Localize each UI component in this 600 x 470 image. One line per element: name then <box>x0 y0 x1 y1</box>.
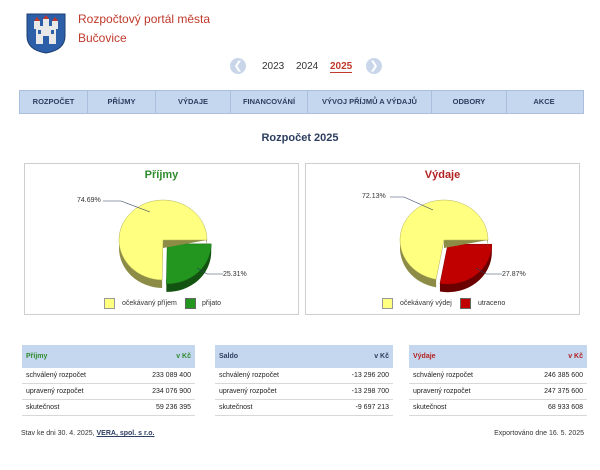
nav-financovani[interactable]: FINANCOVÁNÍ <box>231 91 308 113</box>
nav-vyvoj[interactable]: VÝVOJ PŘÍJMŮ A VÝDAJŮ <box>308 91 432 113</box>
chevron-right-icon[interactable]: ❯ <box>366 58 382 74</box>
row-value: -9 697 213 <box>355 404 389 411</box>
nav-odbory[interactable]: ODBORY <box>432 91 507 113</box>
row-label: upravený rozpočet <box>413 388 471 395</box>
row-label: schválený rozpočet <box>413 372 473 379</box>
row-value: 247 375 600 <box>544 388 583 395</box>
expense-table-unit: v Kč <box>568 353 583 360</box>
table-row: schválený rozpočet 246 385 600 <box>409 368 587 384</box>
balance-summary-table: Saldo v Kč schválený rozpočet -13 296 200… <box>215 345 393 416</box>
status-date: Stav ke dni 30. 4. 2025, <box>21 430 95 437</box>
row-label: schválený rozpočet <box>26 372 86 379</box>
nav-rozpocet[interactable]: ROZPOČET <box>20 91 88 113</box>
row-label: upravený rozpočet <box>219 388 277 395</box>
row-label: skutečnost <box>413 404 447 411</box>
row-value: -13 296 200 <box>351 372 389 379</box>
company-link[interactable]: VERA, spol. s r.o. <box>97 430 155 437</box>
legend-label-spent: utraceno <box>478 300 506 307</box>
income-slice-label-expected: 74.69% <box>77 197 101 204</box>
income-summary-table: Příjmy v Kč schválený rozpočet 233 089 40… <box>22 345 195 416</box>
expense-table-header: Výdaje v Kč <box>409 345 587 368</box>
balance-table-unit: v Kč <box>374 353 389 360</box>
expense-table-title: Výdaje <box>413 353 436 360</box>
coat-of-arms-logo <box>26 13 66 54</box>
row-value: 234 076 900 <box>152 388 191 395</box>
balance-table-title: Saldo <box>219 353 239 360</box>
expense-summary-table: Výdaje v Kč schválený rozpočet 246 385 60… <box>409 345 587 416</box>
expense-slice-label-expected: 72.13% <box>362 193 386 200</box>
row-label: schválený rozpočet <box>219 372 279 379</box>
legend-swatch-expected <box>104 298 115 309</box>
income-table-header: Příjmy v Kč <box>22 345 195 368</box>
income-slice-label-received: 25.31% <box>223 271 247 278</box>
row-label: skutečnost <box>219 404 253 411</box>
legend-swatch-received <box>185 298 196 309</box>
table-row: skutečnost 59 236 395 <box>22 400 195 416</box>
row-value: 59 236 395 <box>155 404 191 411</box>
table-row: upravený rozpočet -13 298 700 <box>215 384 393 400</box>
expense-slice-label-spent: 27.87% <box>502 271 526 278</box>
income-table-title: Příjmy <box>26 353 48 360</box>
table-row: upravený rozpočet 247 375 600 <box>409 384 587 400</box>
table-row: upravený rozpočet 234 076 900 <box>22 384 195 400</box>
portal-title: Rozpočtový portál města <box>78 12 211 26</box>
expense-chart-panel: Výdaje 72.13% 27.87% očekávaný výdej utr… <box>305 163 580 315</box>
pie-slice-utraceno <box>439 243 493 285</box>
legend-label-expected-expense: očekávaný výdej <box>400 300 452 307</box>
table-row: skutečnost 68 933 608 <box>409 400 587 416</box>
chevron-left-icon[interactable]: ❮ <box>230 58 246 74</box>
table-row: schválený rozpočet -13 296 200 <box>215 368 393 384</box>
row-label: skutečnost <box>26 404 60 411</box>
pie-slice-přijato <box>166 243 212 285</box>
legend-swatch-expected-expense <box>382 298 393 309</box>
balance-table-header: Saldo v Kč <box>215 345 393 368</box>
nav-akce[interactable]: AKCE <box>507 91 581 113</box>
year-2025[interactable]: 2025 <box>330 61 353 73</box>
export-date: Exportováno dne 16. 5. 2025 <box>494 430 584 437</box>
table-row: skutečnost -9 697 213 <box>215 400 393 416</box>
legend-label-expected-income: očekávaný příjem <box>122 300 177 307</box>
row-value: 68 933 608 <box>547 404 583 411</box>
legend-swatch-spent <box>460 298 471 309</box>
row-value: -13 298 700 <box>351 388 389 395</box>
nav-vydaje[interactable]: VÝDAJE <box>156 91 231 113</box>
row-value: 246 385 600 <box>544 372 583 379</box>
page-heading: Rozpočet 2025 <box>261 132 339 144</box>
main-nav: ROZPOČET PŘÍJMY VÝDAJE FINANCOVÁNÍ VÝVOJ… <box>19 90 584 114</box>
nav-prijmy[interactable]: PŘÍJMY <box>88 91 156 113</box>
year-2023[interactable]: 2023 <box>262 61 284 72</box>
expense-pie-chart <box>390 196 502 293</box>
city-name: Bučovice <box>78 31 127 45</box>
row-label: upravený rozpočet <box>26 388 84 395</box>
row-value: 233 089 400 <box>152 372 191 379</box>
table-row: schválený rozpočet 233 089 400 <box>22 368 195 384</box>
legend-label-received: přijato <box>202 300 222 307</box>
income-table-unit: v Kč <box>176 353 191 360</box>
year-2024[interactable]: 2024 <box>296 61 318 72</box>
income-pie-chart <box>103 199 223 292</box>
income-chart-panel: Příjmy 74.69% 25.31% očekávaný příjem př… <box>24 163 299 315</box>
status-line: Stav ke dni 30. 4. 2025, VERA, spol. s r… <box>21 430 154 437</box>
